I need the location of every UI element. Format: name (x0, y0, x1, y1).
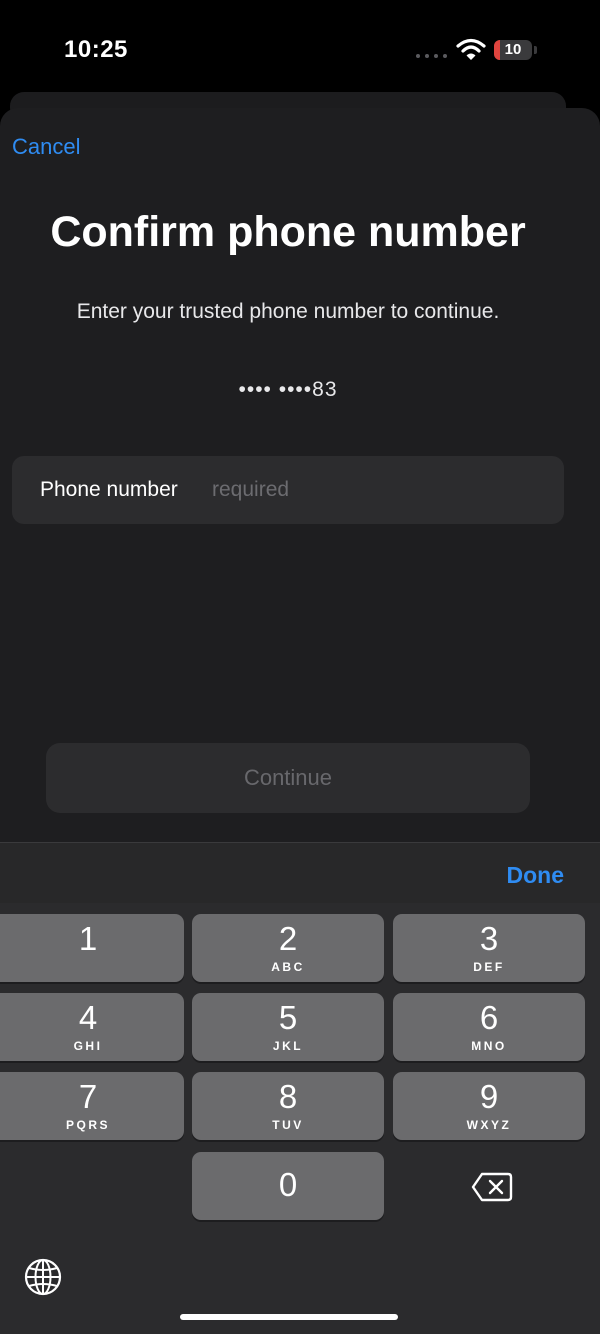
key-0[interactable]: 0 (192, 1152, 384, 1220)
key-letters: PQRS (65, 1118, 110, 1132)
battery-level: 10 (504, 41, 522, 58)
key-9[interactable]: 9 WXYZ (393, 1072, 585, 1140)
key-letters: DEF (473, 960, 505, 974)
key-digit: 7 (78, 1078, 98, 1115)
key-digit: 4 (78, 999, 98, 1036)
done-button[interactable]: Done (507, 862, 565, 889)
home-indicator[interactable] (180, 1314, 398, 1320)
key-digit: 3 (479, 920, 499, 957)
key-letters: JKL (272, 1039, 304, 1053)
key-digit: 0 (278, 1166, 298, 1203)
cellular-signal-icon (416, 52, 450, 58)
numeric-keyboard: Done 1 2 ABC 3 DEF 4 GHI 5 JKL 6 MNO 7 P… (0, 842, 600, 1334)
key-digit: 9 (479, 1078, 499, 1115)
phone-number-input[interactable] (208, 466, 556, 514)
key-letters: GHI (73, 1039, 103, 1053)
backspace-icon[interactable] (470, 1170, 514, 1204)
globe-icon[interactable] (22, 1256, 64, 1298)
key-5[interactable]: 5 JKL (192, 993, 384, 1061)
wifi-icon (456, 38, 486, 62)
cancel-button[interactable]: Cancel (12, 134, 80, 160)
key-2[interactable]: 2 ABC (192, 914, 384, 982)
key-letters: WXYZ (466, 1118, 512, 1132)
key-7[interactable]: 7 PQRS (0, 1072, 184, 1140)
key-digit: 2 (278, 920, 298, 957)
key-1[interactable]: 1 (0, 914, 184, 982)
masked-phone-number: •••• ••••83 (238, 378, 338, 401)
status-bar: 10:25 10 (0, 0, 600, 100)
key-digit: 8 (278, 1078, 298, 1115)
key-4[interactable]: 4 GHI (0, 993, 184, 1061)
key-letters: MNO (471, 1039, 507, 1053)
phone-number-field[interactable]: Phone number (12, 456, 564, 524)
phone-number-label: Phone number (40, 478, 178, 501)
page-title: Confirm phone number (50, 208, 526, 256)
key-letters: TUV (272, 1118, 304, 1132)
battery-icon: 10 (494, 40, 538, 60)
key-letters: ABC (271, 960, 305, 974)
status-time: 10:25 (64, 36, 128, 63)
key-digit: 6 (479, 999, 499, 1036)
key-8[interactable]: 8 TUV (192, 1072, 384, 1140)
key-6[interactable]: 6 MNO (393, 993, 585, 1061)
key-digit: 1 (78, 920, 98, 957)
page-subtitle: Enter your trusted phone number to conti… (76, 300, 500, 323)
key-digit: 5 (278, 999, 298, 1036)
keyboard-toolbar: Done (0, 842, 600, 903)
key-3[interactable]: 3 DEF (393, 914, 585, 982)
continue-button[interactable]: Continue (46, 743, 530, 813)
